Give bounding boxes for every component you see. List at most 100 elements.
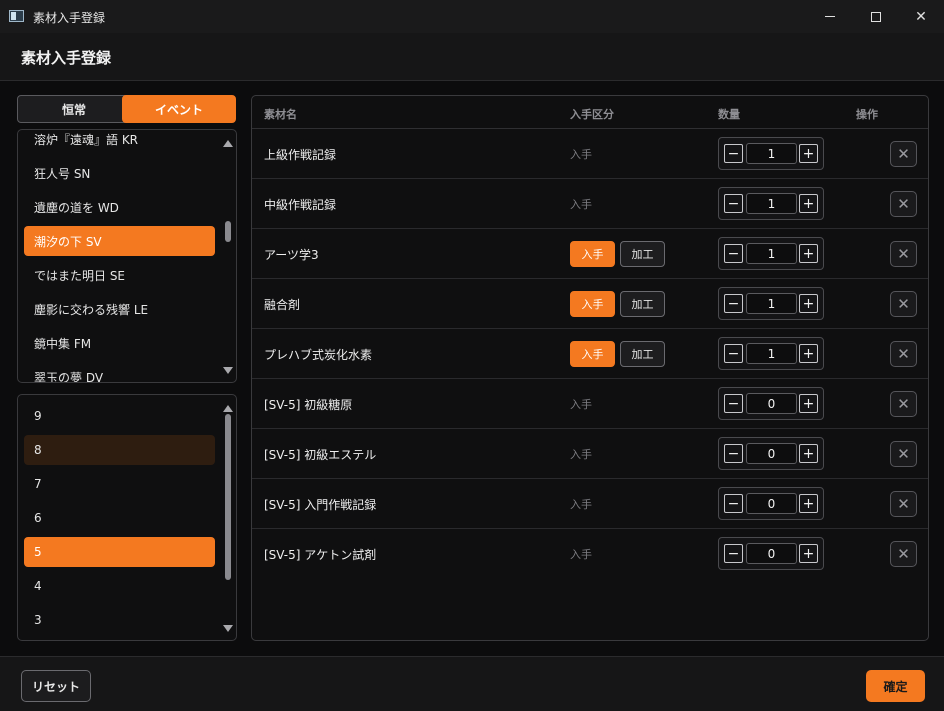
material-name: プレハブ式炭化水素	[264, 348, 373, 362]
tab-event[interactable]: イベント	[122, 95, 236, 123]
list-item[interactable]: 遺塵の道を WD	[24, 192, 215, 222]
decrement-button[interactable]: −	[724, 294, 743, 313]
list-item[interactable]: 溶炉『遠魂』語 KR	[24, 130, 215, 154]
quantity-stepper: − 1 +	[718, 187, 824, 220]
decrement-button[interactable]: −	[724, 494, 743, 513]
decrement-button[interactable]: −	[724, 344, 743, 363]
process-toggle[interactable]: 加工	[620, 241, 665, 267]
event-list: 溶炉『遠魂』語 KR 狂人号 SN 遺塵の道を WD 潮汐の下 SV ではまた明…	[17, 129, 237, 383]
list-item[interactable]: 6	[24, 503, 215, 533]
list-item[interactable]: ではまた明日 SE	[24, 260, 215, 290]
acquire-toggle[interactable]: 入手	[570, 341, 615, 367]
list-item[interactable]: 9	[24, 401, 215, 431]
quantity-stepper: − 0 +	[718, 487, 824, 520]
increment-button[interactable]: +	[799, 144, 818, 163]
delete-button[interactable]: ✕	[890, 541, 917, 567]
delete-button[interactable]: ✕	[890, 341, 917, 367]
list-item[interactable]: 4	[24, 571, 215, 601]
quantity-field[interactable]: 0	[746, 493, 797, 514]
increment-button[interactable]: +	[799, 394, 818, 413]
close-button[interactable]: ✕	[898, 0, 944, 33]
scrollbar-thumb[interactable]	[225, 221, 231, 242]
increment-button[interactable]: +	[799, 544, 818, 563]
delete-button[interactable]: ✕	[890, 491, 917, 517]
material-name: 中級作戦記録	[264, 198, 337, 212]
decrement-button[interactable]: −	[724, 444, 743, 463]
delete-button[interactable]: ✕	[890, 441, 917, 467]
list-item[interactable]: 3	[24, 605, 215, 635]
delete-button[interactable]: ✕	[890, 241, 917, 267]
quantity-field[interactable]: 0	[746, 543, 797, 564]
quantity-field[interactable]: 1	[746, 293, 797, 314]
increment-button[interactable]: +	[799, 294, 818, 313]
increment-button[interactable]: +	[799, 444, 818, 463]
column-header-name: 素材名	[264, 108, 297, 121]
scroll-up-icon[interactable]	[223, 140, 233, 147]
acquire-toggle[interactable]: 入手	[570, 241, 615, 267]
quantity-stepper: − 0 +	[718, 537, 824, 570]
list-item[interactable]: 翠玉の夢 DV	[24, 362, 215, 383]
material-name: [SV-5] 初級エステル	[264, 448, 377, 462]
quantity-field[interactable]: 1	[746, 143, 797, 164]
scrollbar-thumb[interactable]	[225, 414, 231, 580]
page-title: 素材入手登録	[21, 49, 112, 67]
quantity-stepper: − 1 +	[718, 337, 824, 370]
page-header: 素材入手登録	[0, 33, 944, 81]
acquire-type: 入手	[570, 448, 592, 461]
tab-regular[interactable]: 恒常	[17, 95, 131, 123]
quantity-field[interactable]: 0	[746, 393, 797, 414]
window-title: 素材入手登録	[33, 11, 106, 25]
scroll-down-icon[interactable]	[223, 367, 233, 374]
list-item[interactable]: 5	[24, 537, 215, 567]
process-toggle[interactable]: 加工	[620, 291, 665, 317]
decrement-button[interactable]: −	[724, 144, 743, 163]
column-header-ops: 操作	[856, 108, 878, 121]
increment-button[interactable]: +	[799, 344, 818, 363]
materials-table: 素材名 入手区分 数量 操作 上級作戦記録 入手 − 1 + ✕ 中級作戦記録 …	[251, 95, 929, 641]
table-row: [SV-5] 入門作戦記録 入手 − 0 + ✕	[252, 479, 928, 529]
acquire-type: 入手	[570, 198, 592, 211]
acquire-type: 入手	[570, 148, 592, 161]
increment-button[interactable]: +	[799, 494, 818, 513]
scroll-up-icon[interactable]	[223, 405, 233, 412]
decrement-button[interactable]: −	[724, 244, 743, 263]
decrement-button[interactable]: −	[724, 544, 743, 563]
table-row: 上級作戦記録 入手 − 1 + ✕	[252, 129, 928, 179]
list-item[interactable]: 7	[24, 469, 215, 499]
list-item[interactable]: 塵影に交わる残響 LE	[24, 294, 215, 324]
delete-button[interactable]: ✕	[890, 191, 917, 217]
quantity-field[interactable]: 0	[746, 443, 797, 464]
minimize-button[interactable]	[807, 0, 853, 33]
confirm-button[interactable]: 確定	[866, 670, 925, 702]
list-item[interactable]: 鏡中集 FM	[24, 328, 215, 358]
material-name: [SV-5] アケトン試剤	[264, 548, 377, 562]
maximize-button[interactable]	[853, 0, 899, 33]
decrement-button[interactable]: −	[724, 394, 743, 413]
decrement-button[interactable]: −	[724, 194, 743, 213]
delete-button[interactable]: ✕	[890, 391, 917, 417]
table-row: アーツ学3 入手 加工 − 1 + ✕	[252, 229, 928, 279]
scroll-down-icon[interactable]	[223, 625, 233, 632]
quantity-field[interactable]: 1	[746, 243, 797, 264]
quantity-field[interactable]: 1	[746, 193, 797, 214]
quantity-stepper: − 0 +	[718, 437, 824, 470]
list-item[interactable]: 狂人号 SN	[24, 158, 215, 188]
increment-button[interactable]: +	[799, 244, 818, 263]
table-row: プレハブ式炭化水素 入手 加工 − 1 + ✕	[252, 329, 928, 379]
reset-button[interactable]: リセット	[21, 670, 91, 702]
event-list-scrollbar[interactable]	[222, 132, 234, 380]
app-icon	[9, 10, 24, 22]
acquire-toggle[interactable]: 入手	[570, 291, 615, 317]
delete-button[interactable]: ✕	[890, 141, 917, 167]
maximize-icon	[871, 11, 881, 22]
stage-list-scrollbar[interactable]	[222, 397, 234, 638]
list-item[interactable]: 潮汐の下 SV	[24, 226, 215, 256]
delete-button[interactable]: ✕	[890, 291, 917, 317]
list-item[interactable]: 8	[24, 435, 215, 465]
process-toggle[interactable]: 加工	[620, 341, 665, 367]
minimize-icon	[825, 16, 835, 17]
material-name: 上級作戦記録	[264, 148, 337, 162]
increment-button[interactable]: +	[799, 194, 818, 213]
quantity-field[interactable]: 1	[746, 343, 797, 364]
stage-list: 9 8 7 6 5 4 3	[17, 394, 237, 641]
